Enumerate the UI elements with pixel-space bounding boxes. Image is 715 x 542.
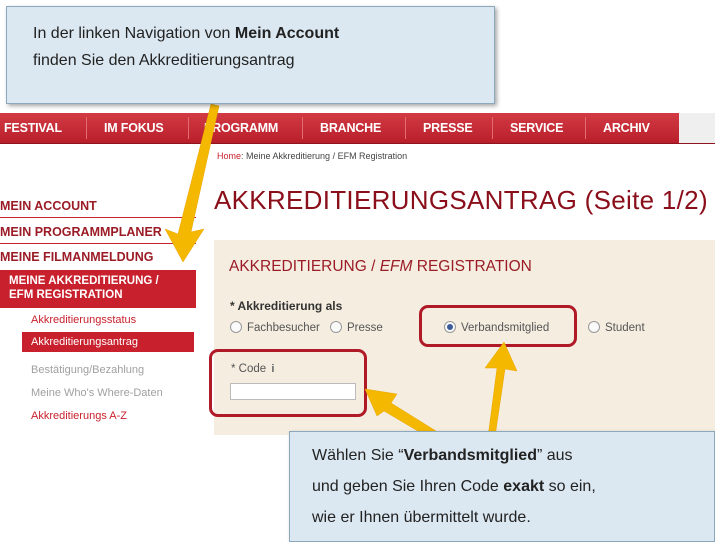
nav-end-cap <box>679 113 715 143</box>
nav-service[interactable]: SERVICE <box>510 113 563 143</box>
breadcrumb-home-link[interactable]: Home <box>217 151 241 161</box>
form-heading-part1: AKKREDITIERUNG / <box>229 258 380 275</box>
form-heading-efm: EFM <box>379 258 413 275</box>
callout-top-text1: In der linken Navigation von <box>33 25 235 42</box>
callout-bottom-line3: wie er Ihnen übermittelt wurde. <box>312 509 531 526</box>
radio-student[interactable]: Student <box>588 320 645 336</box>
nav-separator <box>405 117 406 139</box>
breadcrumb: Home: Meine Akkreditierung / EFM Registr… <box>217 151 407 161</box>
nav-separator <box>188 117 189 139</box>
nav-festival[interactable]: FESTIVAL <box>4 113 62 143</box>
nav-separator <box>302 117 303 139</box>
sidebar-subitem-akkreditierungs-az[interactable]: Akkreditierungs A-Z <box>31 410 127 422</box>
page-title: AKKREDITIERUNGSANTRAG (Seite 1/2) <box>214 185 708 215</box>
nav-branche[interactable]: BRANCHE <box>320 113 381 143</box>
nav-archiv[interactable]: ARCHIV <box>603 113 650 143</box>
radio-button[interactable] <box>230 321 242 333</box>
main-navigation: FESTIVAL IM FOKUS PROGRAMM BRANCHE PRESS… <box>0 113 715 144</box>
callout-bottom-line2: und geben Sie Ihren Code exakt so ein, <box>312 471 714 502</box>
callout-top-line2: finden Sie den Akkreditierungsantrag <box>33 52 295 69</box>
highlight-code-field <box>209 349 367 417</box>
breadcrumb-current: : Meine Akkreditierung / EFM Registratio… <box>241 151 408 161</box>
nav-programm[interactable]: PROGRAMM <box>204 113 278 143</box>
sidebar-subitem-akkreditierungsantrag[interactable]: Akkreditierungsantrag <box>22 332 194 352</box>
callout-bottom-bold1: Verbandsmitglied <box>403 447 537 464</box>
callout-code-hint: Wählen Sie “Verbandsmitglied” aus und ge… <box>289 431 715 542</box>
sidebar-divider <box>0 243 196 244</box>
sidebar-active-label-line2: EFM REGISTRATION <box>9 289 123 301</box>
radio-label: Fachbesucher <box>247 322 320 334</box>
radio-fachbesucher[interactable]: Fachbesucher <box>230 320 320 336</box>
sidebar-divider <box>0 217 196 218</box>
nav-separator <box>585 117 586 139</box>
radio-button[interactable] <box>588 321 600 333</box>
sidebar-subitem-akkreditierungsstatus[interactable]: Akkreditierungsstatus <box>31 314 136 326</box>
callout-bottom-text3: und geben Sie Ihren Code <box>312 478 504 495</box>
sidebar-item-meine-akkreditierung[interactable]: MEINE AKKREDITIERUNG / EFM REGISTRATION <box>0 270 196 308</box>
radio-label: Student <box>605 322 645 334</box>
radio-label: Presse <box>347 322 383 334</box>
sidebar-subitem-whos-where: Meine Who's Where-Daten <box>31 387 163 399</box>
callout-top-line1: In der linken Navigation von Mein Accoun… <box>33 20 494 47</box>
sidebar-item-meine-filmanmeldung[interactable]: MEINE FILMANMELDUNG <box>0 250 196 264</box>
callout-bottom-bold2: exakt <box>503 478 545 495</box>
callout-bottom-line1: Wählen Sie “Verbandsmitglied” aus <box>312 440 714 471</box>
nav-separator <box>86 117 87 139</box>
callout-navigation-hint: In der linken Navigation von Mein Accoun… <box>6 6 495 104</box>
nav-separator <box>492 117 493 139</box>
radio-button[interactable] <box>330 321 342 333</box>
highlight-verbandsmitglied <box>419 305 577 347</box>
sidebar-subitem-bestaetigung: Bestätigung/Bezahlung <box>31 364 145 376</box>
form-heading: AKKREDITIERUNG / EFM REGISTRATION <box>229 258 532 276</box>
radio-presse[interactable]: Presse <box>330 320 383 336</box>
nav-im-fokus[interactable]: IM FOKUS <box>104 113 164 143</box>
sidebar-active-label-line1: MEINE AKKREDITIERUNG / <box>9 275 159 287</box>
form-heading-part3: REGISTRATION <box>412 258 532 275</box>
callout-top-bold: Mein Account <box>234 25 340 42</box>
sidebar-item-mein-account[interactable]: MEIN ACCOUNT <box>0 199 196 213</box>
callout-bottom-text4: so ein, <box>544 478 596 495</box>
nav-presse[interactable]: PRESSE <box>423 113 473 143</box>
callout-bottom-text2: ” aus <box>536 447 573 464</box>
accreditation-type-label: * Akkreditierung als <box>230 299 343 313</box>
sidebar-item-mein-programmplaner[interactable]: MEIN PROGRAMMPLANER <box>0 225 196 239</box>
callout-bottom-text1: Wählen Sie “ <box>312 447 404 464</box>
